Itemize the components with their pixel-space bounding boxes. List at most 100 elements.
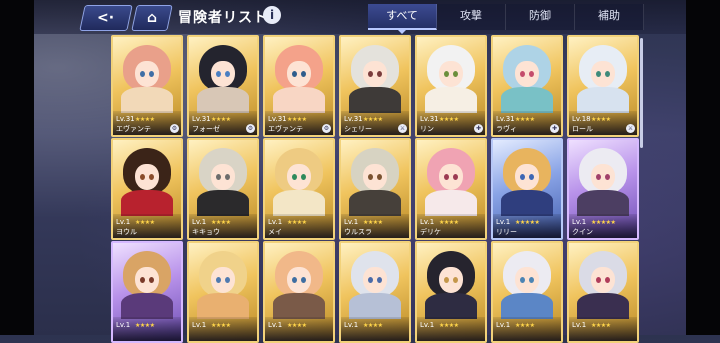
portrait-eye — [292, 71, 297, 77]
tab-all[interactable]: すべて — [368, 4, 437, 34]
role-icon: ⚙ — [246, 124, 255, 133]
character-portrait — [569, 37, 637, 113]
character-level: Lv.1 — [572, 321, 587, 329]
character-card[interactable]: Lv.1 ★★★★ — [567, 241, 639, 343]
tab-defense[interactable]: 防御 — [506, 4, 575, 30]
character-card[interactable]: Lv.1 ★★★★ — [263, 241, 335, 343]
portrait-face — [439, 164, 463, 190]
card-info-strip: Lv.1 ★★★★ — [417, 317, 485, 341]
portrait-outfit — [425, 190, 477, 216]
character-card[interactable]: Lv.1 ★★★★ — [415, 241, 487, 343]
character-card[interactable]: Lv.1 ★★★★ — [111, 241, 183, 343]
character-card[interactable]: Lv.1 ★★★★ — [187, 241, 259, 343]
card-info-strip: Lv.1 ★★★★ — [569, 317, 637, 341]
portrait-eye — [140, 71, 145, 77]
character-level: Lv.1 — [344, 218, 359, 226]
character-card[interactable]: Lv.1 ★★★★ ヨウル — [111, 138, 183, 240]
scrollbar[interactable] — [640, 38, 643, 148]
portrait-eye — [377, 71, 382, 77]
character-card[interactable]: Lv.1 ★★★★ キキョウ — [187, 138, 259, 240]
rarity-stars: ★★★★ — [287, 322, 307, 329]
portrait-eye — [605, 71, 610, 77]
home-button[interactable]: ⌂ — [131, 5, 173, 31]
character-card[interactable]: Lv.1 ★★★★ メイ — [263, 138, 335, 240]
portrait-outfit — [349, 87, 401, 113]
info-button[interactable]: i — [263, 6, 281, 24]
character-name: メイ — [268, 228, 282, 236]
portrait-eye — [453, 174, 458, 180]
character-level: Lv.1 — [496, 321, 511, 329]
portrait-outfit — [121, 293, 173, 319]
character-level: Lv.1 — [420, 218, 435, 226]
portrait-eye — [292, 277, 297, 283]
card-info-strip: Lv.31 ★★★★ ラヴィ ✚ — [493, 111, 561, 135]
character-portrait — [417, 140, 485, 216]
character-card[interactable]: Lv.1 ★★★★ ウルスラ — [339, 138, 411, 240]
character-portrait — [569, 140, 637, 216]
character-portrait — [341, 37, 409, 113]
character-portrait — [341, 140, 409, 216]
tab-attack[interactable]: 攻撃 — [437, 4, 506, 30]
card-info-strip: Lv.1 ★★★★ デリケ — [417, 214, 485, 238]
role-icon: ⚙ — [170, 124, 179, 133]
portrait-eye — [529, 277, 534, 283]
portrait-eye — [368, 71, 373, 77]
rarity-stars: ★★★★ — [135, 322, 155, 329]
character-card[interactable]: Lv.31 ★★★★ ラヴィ ✚ — [491, 35, 563, 137]
character-card[interactable]: Lv.1 ★★★★★ リリー — [491, 138, 563, 240]
card-info-strip: Lv.1 ★★★★ — [341, 317, 409, 341]
character-level: Lv.1 — [116, 218, 131, 226]
portrait-eye — [216, 174, 221, 180]
character-portrait — [417, 243, 485, 319]
rarity-stars: ★★★★ — [591, 116, 611, 123]
character-name: エヴァンテ — [268, 125, 303, 133]
portrait-face — [135, 267, 159, 293]
portrait-outfit — [349, 190, 401, 216]
portrait-outfit — [273, 190, 325, 216]
portrait-eye — [596, 174, 601, 180]
portrait-face — [211, 61, 235, 87]
adventurer-grid: Lv.31 ★★★★ エヴァンテ ⚙ Lv.31 ★★★★ フォーゼ ⚙ Lv.31 ★★★★ エヴ… — [111, 35, 639, 343]
card-info-strip: Lv.1 ★★★★★ クイン — [569, 214, 637, 238]
character-card[interactable]: Lv.31 ★★★★ フォーゼ ⚙ — [187, 35, 259, 137]
character-card[interactable]: Lv.1 ★★★★ — [339, 241, 411, 343]
rarity-stars: ★★★★ — [439, 116, 459, 123]
portrait-face — [591, 267, 615, 293]
rarity-stars: ★★★★ — [211, 322, 231, 329]
portrait-outfit — [501, 87, 553, 113]
rarity-stars: ★★★★ — [439, 322, 459, 329]
character-name: ウルスラ — [344, 228, 372, 236]
character-name: リン — [420, 125, 434, 133]
character-card[interactable]: Lv.31 ★★★★ エヴァンテ ⚙ — [263, 35, 335, 137]
character-card[interactable]: Lv.18 ★★★★ ロール ⚔ — [567, 35, 639, 137]
portrait-outfit — [197, 293, 249, 319]
character-card[interactable]: Lv.31 ★★★★ リン ✚ — [415, 35, 487, 137]
portrait-eye — [377, 174, 382, 180]
rarity-stars: ★★★★ — [515, 322, 535, 329]
card-info-strip: Lv.1 ★★★★★ リリー — [493, 214, 561, 238]
character-portrait — [493, 37, 561, 113]
character-level: Lv.31 — [192, 115, 211, 123]
rarity-stars: ★★★★ — [287, 219, 307, 226]
portrait-outfit — [425, 87, 477, 113]
character-card[interactable]: Lv.1 ★★★★ デリケ — [415, 138, 487, 240]
portrait-face — [439, 61, 463, 87]
portrait-face — [591, 164, 615, 190]
portrait-eye — [301, 174, 306, 180]
rarity-stars: ★★★★ — [211, 116, 231, 123]
character-name: シェリー — [344, 125, 372, 133]
character-portrait — [113, 243, 181, 319]
character-card[interactable]: Lv.1 ★★★★ — [491, 241, 563, 343]
portrait-eye — [368, 277, 373, 283]
character-card[interactable]: Lv.31 ★★★★ エヴァンテ ⚙ — [111, 35, 183, 137]
portrait-outfit — [121, 87, 173, 113]
card-info-strip: Lv.1 ★★★★ ヨウル — [113, 214, 181, 238]
tab-support[interactable]: 補助 — [575, 4, 644, 30]
character-card[interactable]: Lv.31 ★★★★ シェリー ⚔ — [339, 35, 411, 137]
portrait-eye — [225, 277, 230, 283]
back-button[interactable]: <· — [79, 5, 133, 31]
rarity-stars: ★★★★ — [135, 116, 155, 123]
card-info-strip: Lv.31 ★★★★ エヴァンテ ⚙ — [265, 111, 333, 135]
portrait-outfit — [349, 293, 401, 319]
character-card[interactable]: Lv.1 ★★★★★ クイン — [567, 138, 639, 240]
